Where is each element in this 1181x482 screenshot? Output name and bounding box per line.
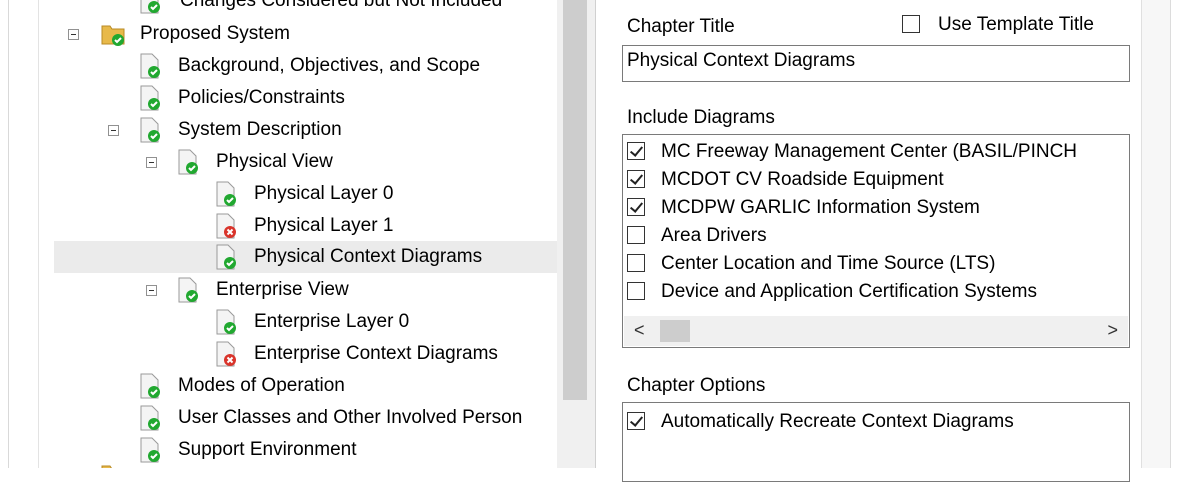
chapter-title-value: Physical Context Diagrams [627, 50, 856, 71]
option-item[interactable]: Automatically Recreate Context Diagrams [627, 408, 1127, 436]
diagram-item[interactable]: MCDOT CV Roadside Equipment [627, 166, 1127, 194]
tree-item-user-classes[interactable]: User Classes and Other Involved Person [40, 403, 557, 433]
scroll-right-arrow-icon[interactable]: > [1107, 320, 1118, 341]
document-ok-icon [138, 85, 162, 111]
scroll-left-arrow-icon[interactable]: < [634, 320, 645, 341]
tree-item-label: Changes Considered but Not Included [180, 0, 503, 11]
diagram-label: Center Location and Time Source (LTS) [661, 253, 996, 274]
document-ok-icon [176, 149, 200, 175]
tree-item-changes-considered[interactable]: Changes Considered but Not Included [40, 0, 557, 16]
diagram-checkbox[interactable] [627, 282, 645, 300]
tree-item-label: Physical Layer 0 [254, 183, 394, 204]
tree-item-label: Enterprise Layer 0 [254, 311, 410, 332]
tree-item-policies[interactable]: Policies/Constraints [40, 83, 557, 113]
diagram-label: MCDOT CV Roadside Equipment [661, 169, 944, 190]
tree-item-label: Physical View [216, 151, 333, 172]
option-label: Automatically Recreate Context Diagrams [661, 411, 1014, 432]
tree-item-label: User Classes and Other Involved Person [178, 407, 523, 428]
document-ok-icon [138, 373, 162, 399]
diagrams-horizontal-scrollbar[interactable]: < > [624, 316, 1128, 346]
document-error-icon [214, 213, 238, 239]
collapse-toggle[interactable] [68, 29, 79, 40]
tree-pane-border [38, 0, 39, 468]
chapter-title-label: Chapter Title [627, 16, 735, 37]
document-ok-icon [214, 181, 238, 207]
document-ok-icon [138, 437, 162, 463]
tree-scroll-thumb[interactable] [563, 0, 587, 400]
folder-ok-icon [100, 21, 125, 47]
recreate-diagrams-checkbox[interactable] [627, 412, 645, 430]
diagram-item[interactable]: Area Drivers [627, 222, 1127, 250]
tree-item-enterprise-context-diagrams[interactable]: Enterprise Context Diagrams [40, 339, 557, 369]
document-ok-icon [138, 117, 162, 143]
tree-item-label: Physical Context Diagrams [254, 246, 483, 267]
tree-item-label: Enterprise Context Diagrams [254, 343, 498, 364]
tree-item-physical-context-diagrams[interactable]: Physical Context Diagrams [54, 241, 557, 273]
tree-item-physical-layer-1[interactable]: Physical Layer 1 [40, 211, 557, 241]
document-ok-icon [138, 0, 162, 14]
use-template-title-checkbox[interactable] [902, 15, 920, 33]
include-diagrams-list[interactable]: MC Freeway Management Center (BASIL/PINC… [622, 134, 1130, 348]
document-ok-icon [214, 309, 238, 335]
tree-item-label: Background, Objectives, and Scope [178, 55, 481, 76]
tree-item-label: Physical Layer 1 [254, 215, 394, 236]
diagram-item[interactable]: Center Location and Time Source (LTS) [627, 250, 1127, 278]
tree-item-modes-of-operation[interactable]: Modes of Operation [40, 371, 557, 401]
document-ok-icon [176, 277, 200, 303]
include-diagrams-label: Include Diagrams [627, 107, 775, 128]
document-ok-icon [214, 244, 238, 270]
diagram-item[interactable]: MC Freeway Management Center (BASIL/PINC… [627, 138, 1127, 166]
tree-item-label: Proposed System [140, 23, 290, 44]
window-left-edge [0, 0, 9, 468]
tree-item-proposed-system[interactable]: Proposed System [40, 19, 557, 49]
document-error-icon [214, 341, 238, 367]
document-tree[interactable]: Changes Considered but Not Included Prop… [40, 0, 590, 468]
diagrams-scroll-thumb[interactable] [660, 320, 690, 342]
panel-right-margin [1142, 0, 1170, 468]
tree-item-enterprise-layer-0[interactable]: Enterprise Layer 0 [40, 307, 557, 337]
tree-item-physical-view[interactable]: Physical View [40, 147, 557, 177]
diagram-checkbox[interactable] [627, 170, 645, 188]
tree-item-label: Support Environment [178, 439, 357, 460]
window-right-edge [1170, 0, 1181, 468]
tree-item-enterprise-view[interactable]: Enterprise View [40, 275, 557, 305]
diagram-checkbox[interactable] [627, 226, 645, 244]
tree-item-label: Enterprise View [216, 279, 349, 300]
tree-item-label: Modes of Operation [178, 375, 345, 396]
collapse-toggle[interactable] [146, 157, 157, 168]
folder-icon [100, 461, 124, 468]
use-template-title-label: Use Template Title [938, 14, 1094, 35]
document-ok-icon [138, 53, 162, 79]
diagram-checkbox[interactable] [627, 254, 645, 272]
tree-item-background[interactable]: Background, Objectives, and Scope [40, 51, 557, 81]
collapse-toggle[interactable] [146, 285, 157, 296]
diagram-label: Area Drivers [661, 225, 767, 246]
diagram-checkbox[interactable] [627, 142, 645, 160]
diagram-label: MCDPW GARLIC Information System [661, 197, 980, 218]
document-ok-icon [138, 405, 162, 431]
tree-item-label: Policies/Constraints [178, 87, 345, 108]
chapter-properties-panel: Chapter Title Use Template Title Physica… [596, 0, 1156, 482]
tree-item-system-description[interactable]: System Description [40, 115, 557, 145]
diagram-label: Device and Application Certification Sys… [661, 281, 1037, 302]
chapter-options-list[interactable]: Automatically Recreate Context Diagrams [622, 402, 1130, 482]
chapter-options-label: Chapter Options [627, 375, 766, 396]
chapter-title-field[interactable]: Physical Context Diagrams [622, 45, 1130, 82]
collapse-toggle[interactable] [108, 125, 119, 136]
tree-item-label: System Description [178, 119, 342, 140]
diagram-item[interactable]: MCDPW GARLIC Information System [627, 194, 1127, 222]
diagram-checkbox[interactable] [627, 198, 645, 216]
diagram-item[interactable]: Device and Application Certification Sys… [627, 278, 1127, 306]
diagram-label: MC Freeway Management Center (BASIL/PINC… [661, 141, 1078, 162]
tree-item-physical-layer-0[interactable]: Physical Layer 0 [40, 179, 557, 209]
